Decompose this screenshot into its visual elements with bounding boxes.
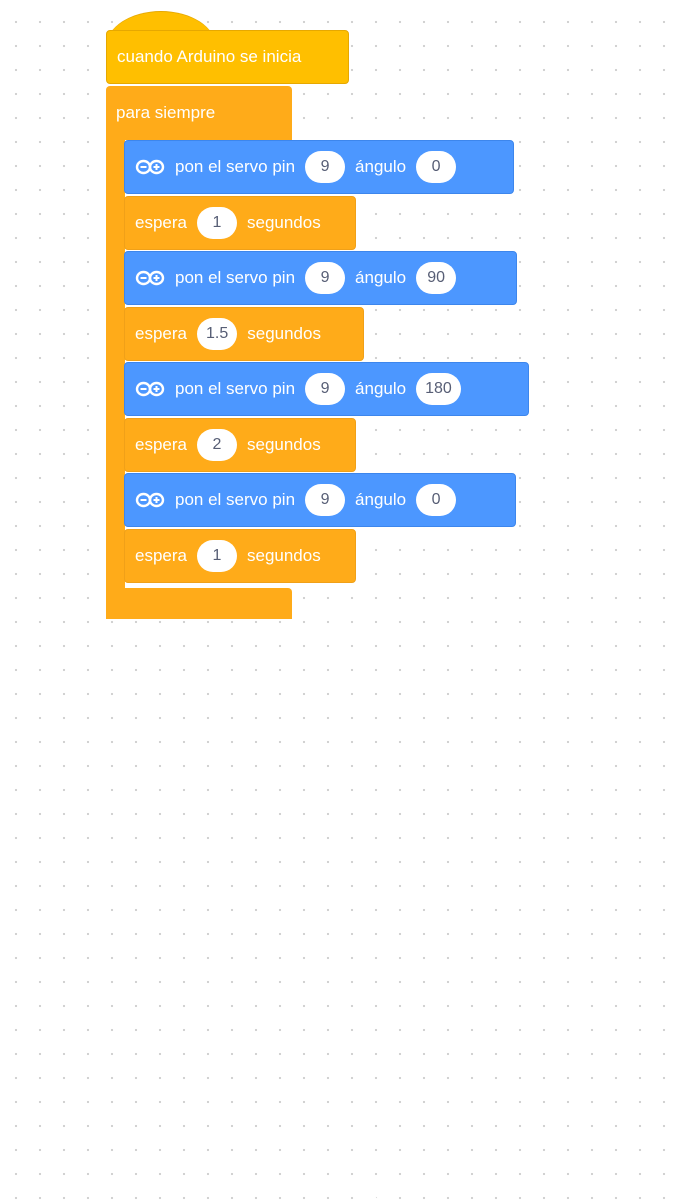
servo-angle-input[interactable]: 90 — [416, 262, 457, 294]
wait-block[interactable]: espera 1.5 segundos — [124, 307, 364, 361]
wait-seconds-input[interactable]: 1 — [196, 540, 237, 572]
wait-block[interactable]: espera 1 segundos — [124, 529, 356, 583]
wait-seconds-input[interactable]: 1 — [196, 207, 237, 239]
angle-label: ángulo — [355, 157, 407, 176]
forever-block[interactable]: para siempre — [106, 86, 292, 140]
servo-pin-input[interactable]: 9 — [305, 151, 346, 183]
infinity-icon — [135, 159, 165, 175]
servo-angle-input[interactable]: 180 — [416, 373, 461, 405]
wait-block-label: espera — [135, 324, 187, 343]
servo-pin-input[interactable]: 9 — [305, 484, 346, 516]
servo-block-label: pon el servo pin — [175, 490, 296, 509]
seconds-label: segundos — [247, 324, 321, 343]
loop-arrow-icon — [370, 1182, 385, 1200]
servo-block-label: pon el servo pin — [175, 268, 296, 287]
angle-label: ángulo — [355, 268, 407, 287]
wait-block-label: espera — [135, 435, 187, 454]
servo-pin-input[interactable]: 9 — [305, 262, 346, 294]
hat-block-label: cuando Arduino se inicia — [117, 47, 302, 66]
wait-seconds-input[interactable]: 1.5 — [196, 318, 238, 350]
servo-angle-input[interactable]: 0 — [416, 151, 457, 183]
servo-block[interactable]: pon el servo pin 9 ángulo 0 — [124, 140, 514, 194]
wait-seconds-input[interactable]: 2 — [196, 429, 237, 461]
forever-block-arm[interactable] — [106, 138, 125, 590]
servo-block-label: pon el servo pin — [175, 379, 296, 398]
seconds-label: segundos — [246, 546, 321, 565]
servo-block-label: pon el servo pin — [175, 157, 296, 176]
wait-block-label: espera — [135, 213, 187, 232]
servo-block[interactable]: pon el servo pin 9 ángulo 90 — [124, 251, 517, 305]
infinity-icon — [135, 492, 165, 508]
wait-block[interactable]: espera 1 segundos — [124, 196, 356, 250]
forever-block-label: para siempre — [116, 103, 216, 122]
servo-block[interactable]: pon el servo pin 9 ángulo 180 — [124, 362, 529, 416]
infinity-icon — [135, 381, 165, 397]
code-workspace[interactable]: cuando Arduino se inicia para siempre po… — [0, 0, 678, 1200]
seconds-label: segundos — [246, 435, 321, 454]
seconds-label: segundos — [246, 213, 321, 232]
servo-pin-input[interactable]: 9 — [305, 373, 346, 405]
wait-block-label: espera — [135, 546, 187, 565]
when-arduino-starts-block[interactable]: cuando Arduino se inicia — [106, 30, 349, 84]
wait-block[interactable]: espera 2 segundos — [124, 418, 356, 472]
servo-block[interactable]: pon el servo pin 9 ángulo 0 — [124, 473, 516, 527]
servo-angle-input[interactable]: 0 — [416, 484, 457, 516]
angle-label: ángulo — [355, 379, 407, 398]
infinity-icon — [135, 270, 165, 286]
forever-block-bottom[interactable] — [106, 588, 385, 1200]
angle-label: ángulo — [355, 490, 407, 509]
